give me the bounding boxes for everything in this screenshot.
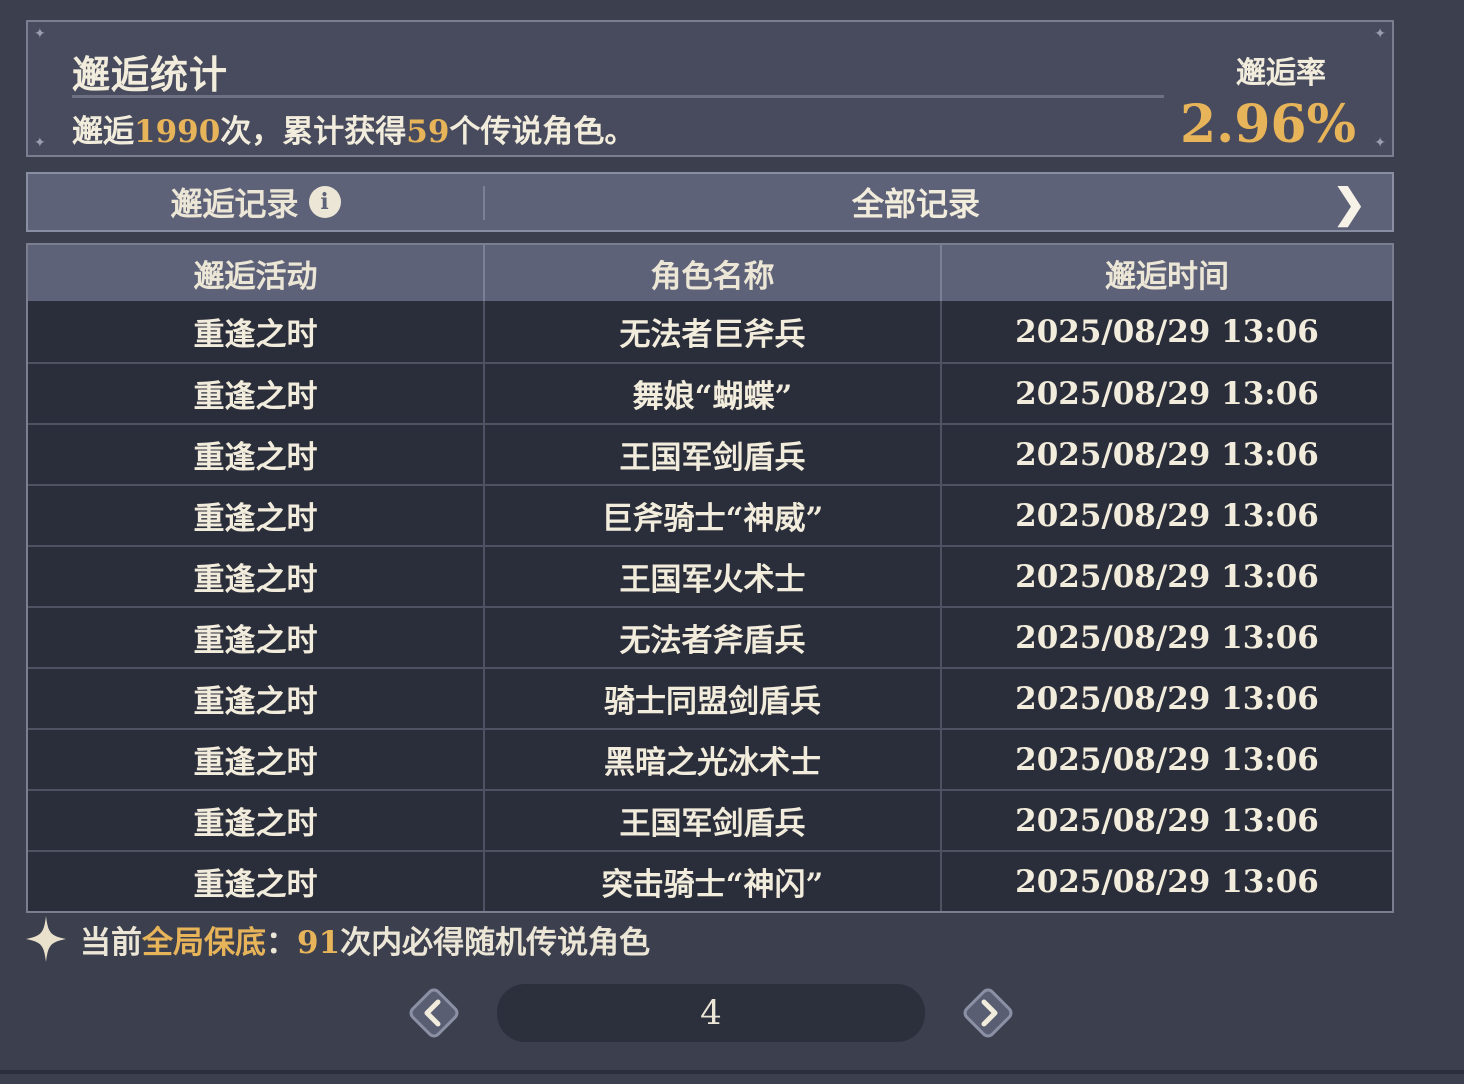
table-row: 重逢之时 王国军剑盾兵 2025/08/29 13:06 [28,423,1392,484]
cell-event: 重逢之时 [193,806,318,842]
table-row: 重逢之时 骑士同盟剑盾兵 2025/08/29 13:06 [28,667,1392,728]
legend-count: 59 [406,114,450,150]
record-filter-select[interactable]: 全部记录 [485,174,1347,230]
stats-panel: ✦ ✦ ✦ ✦ 邂逅统计 邂逅1990次，累计获得59个传说角色。 邂逅率 2.… [26,20,1394,157]
pity-suffix: 次内必得随机传说角色 [340,924,651,961]
table-row: 重逢之时 王国军剑盾兵 2025/08/29 13:06 [28,789,1392,850]
chevron-right-icon [963,988,1013,1038]
cell-name: 王国军火术士 [483,547,940,606]
pity-highlight: 全局保底 [142,924,266,961]
cell-time: 2025/08/29 13:06 [940,364,1392,423]
cell-time: 2025/08/29 13:06 [940,547,1392,606]
cell-time: 2025/08/29 13:06 [940,669,1392,728]
cell-event: 重逢之时 [193,562,318,598]
table-row: 重逢之时 突击骑士“神闪” 2025/08/29 13:06 [28,850,1392,911]
table-row: 重逢之时 王国军火术士 2025/08/29 13:06 [28,545,1392,606]
cell-event: 重逢之时 [193,684,318,720]
cell-name: 舞娘“蝴蝶” [483,364,940,423]
cell-time: 2025/08/29 13:06 [940,486,1392,545]
rate-value: 2.96% [1179,94,1356,155]
stats-summary: 邂逅1990次，累计获得59个传说角色。 [72,106,635,151]
table-row: 重逢之时 舞娘“蝴蝶” 2025/08/29 13:06 [28,362,1392,423]
pity-colon: ： [266,924,297,961]
cell-time: 2025/08/29 13:06 [940,608,1392,667]
corner-star-icon: ✦ [34,135,46,151]
cell-name: 骑士同盟剑盾兵 [483,669,940,728]
total-pulls: 1990 [134,114,221,150]
table-header: 邂逅活动 角色名称 邂逅时间 [28,245,1392,301]
cell-event: 重逢之时 [193,501,318,537]
pity-note: 当前全局保底：91次内必得随机传说角色 [26,916,650,962]
summary-middle: 次，累计获得 [220,114,407,150]
records-label: 邂逅记录 [170,185,299,223]
cell-time: 2025/08/29 13:06 [940,425,1392,484]
stats-title: 邂逅统计 [72,52,229,97]
cell-name: 突击骑士“神闪” [483,852,940,911]
table-row: 重逢之时 巨斧骑士“神威” 2025/08/29 13:06 [28,484,1392,545]
page-number: 4 [497,984,925,1042]
pity-text: 当前全局保底：91次内必得随机传说角色 [80,917,650,962]
column-header-event: 邂逅活动 [193,258,318,295]
table-row: 重逢之时 黑暗之光冰术士 2025/08/29 13:06 [28,728,1392,789]
cell-time: 2025/08/29 13:06 [940,852,1392,911]
sparkle-icon [26,916,66,962]
cell-name: 巨斧骑士“神威” [483,486,940,545]
divider [72,95,1164,98]
chevron-right-icon[interactable]: ❯ [1332,180,1366,227]
summary-suffix: 个传说角色。 [449,114,636,150]
corner-star-icon: ✦ [1374,135,1386,151]
rate-label: 邂逅率 [1236,56,1326,91]
cell-name: 无法者斧盾兵 [483,608,940,667]
cell-name: 王国军剑盾兵 [483,425,940,484]
cell-event: 重逢之时 [193,745,318,781]
column-header-name: 角色名称 [483,245,940,301]
pity-count: 91 [297,924,341,961]
cell-time: 2025/08/29 13:06 [940,730,1392,789]
column-header-time: 邂逅时间 [940,245,1392,301]
pity-prefix: 当前 [80,924,142,961]
info-icon[interactable]: i [308,186,341,218]
cell-event: 重逢之时 [193,440,318,476]
table-row: 重逢之时 无法者斧盾兵 2025/08/29 13:06 [28,606,1392,667]
cell-name: 无法者巨斧兵 [483,301,940,362]
corner-star-icon: ✦ [1374,26,1386,42]
corner-star-icon: ✦ [34,26,46,42]
records-table: 邂逅活动 角色名称 邂逅时间 重逢之时 无法者巨斧兵 2025/08/29 13… [26,243,1394,913]
summary-prefix: 邂逅 [72,114,134,150]
cell-time: 2025/08/29 13:06 [940,791,1392,850]
records-label-group: 邂逅记录 i [28,174,483,230]
table-body: 重逢之时 无法者巨斧兵 2025/08/29 13:06 重逢之时 舞娘“蝴蝶”… [28,301,1392,911]
cell-name: 王国军剑盾兵 [483,791,940,850]
chevron-left-icon [409,988,459,1038]
cell-time: 2025/08/29 13:06 [940,301,1392,362]
prev-page-button[interactable] [406,985,462,1041]
records-bar: 邂逅记录 i 全部记录 ❯ [26,172,1394,232]
cell-event: 重逢之时 [193,379,318,415]
cell-name: 黑暗之光冰术士 [483,730,940,789]
cell-event: 重逢之时 [193,317,318,353]
table-row: 重逢之时 无法者巨斧兵 2025/08/29 13:06 [28,301,1392,362]
next-page-button[interactable] [960,985,1016,1041]
divider [0,1070,1464,1074]
cell-event: 重逢之时 [193,867,318,903]
cell-event: 重逢之时 [193,623,318,659]
